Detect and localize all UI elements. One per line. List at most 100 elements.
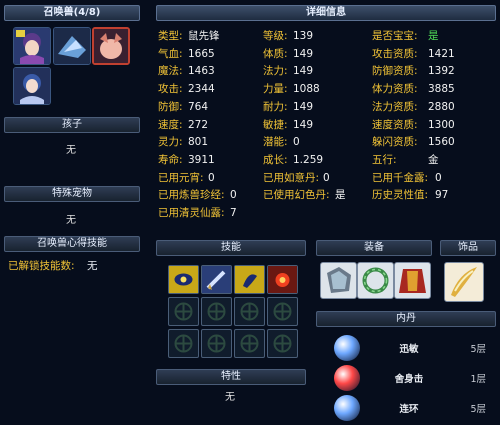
stat-label: 攻击:	[158, 83, 183, 96]
skill-slot-3[interactable]	[267, 265, 298, 294]
stat-value: 7	[230, 207, 237, 219]
feather-ornament-icon	[451, 267, 477, 297]
stat-extra-3: 已用炼兽珍经: 0	[158, 187, 237, 204]
stat-value: 2344	[188, 83, 215, 96]
stat-col3-7: 五行: 金	[372, 152, 439, 169]
accessory-slot[interactable]	[444, 262, 484, 302]
stat-value: 1.259	[293, 153, 324, 166]
empty-skill-slot[interactable]	[201, 297, 232, 326]
stat-col2-3: 力量: 1088	[263, 81, 320, 98]
stat-label: 已用千金露:	[372, 171, 429, 184]
neidan-row[interactable]: 舍身击 1层	[334, 365, 494, 391]
pet-portrait-icon	[14, 68, 50, 104]
skill-slot-0[interactable]	[168, 265, 199, 294]
stat-col3-5: 速度资质: 1300	[372, 117, 455, 134]
empty-slot-pattern-icon	[240, 302, 259, 321]
stat-value: 3911	[188, 153, 215, 166]
neidan-level: 5层	[470, 344, 486, 355]
stat-label: 敏捷:	[263, 118, 288, 131]
skill-slot-2[interactable]	[234, 265, 265, 294]
stat-value: 149	[293, 118, 314, 131]
stat-col2-0: 等级: 139	[263, 28, 313, 45]
stat-value: 3885	[428, 83, 455, 96]
stat-value: 1421	[428, 47, 455, 60]
stat-value: 1300	[428, 118, 455, 131]
empty-slot-pattern-icon	[174, 302, 193, 321]
stat-col3-3: 体力资质: 3885	[372, 81, 455, 98]
traits-header: 特性	[156, 369, 306, 385]
stat-extra-1: 已用如意丹: 0	[263, 170, 330, 187]
stat-label: 灵力:	[158, 136, 183, 149]
stat-label: 已用如意丹:	[263, 171, 320, 184]
stat-col1-1: 气血: 1665	[158, 46, 215, 63]
stat-label: 潜能:	[263, 136, 288, 149]
stat-label: 五行:	[372, 153, 397, 166]
stat-label: 耐力:	[263, 100, 288, 113]
ring-collar-icon	[362, 267, 389, 294]
stat-col1-6: 灵力: 801	[158, 134, 208, 151]
stat-value: 1463	[188, 65, 215, 78]
equip-slot-3[interactable]	[394, 262, 431, 299]
armor-piece-icon	[327, 267, 351, 293]
stat-col1-3: 攻击: 2344	[158, 81, 215, 98]
pet-portrait-icon	[54, 28, 90, 64]
equip-slot-2[interactable]	[357, 262, 394, 299]
stat-label: 法力资质:	[372, 100, 418, 113]
stat-label: 已用元宵:	[158, 171, 204, 184]
stat-col1-4: 防御: 764	[158, 99, 208, 116]
pet-slot-3-selected[interactable]	[92, 27, 130, 65]
equipment-header: 装备	[316, 240, 432, 256]
stat-label: 寿命:	[158, 153, 183, 166]
stat-value: 139	[293, 30, 314, 42]
stat-col3-6: 躲闪资质: 1560	[372, 134, 455, 151]
stat-col3-2: 防御资质: 1392	[372, 63, 455, 80]
stat-label: 防御:	[158, 100, 183, 113]
neidan-orb-icon	[334, 395, 360, 421]
unlocked-skills-label: 已解锁技能数:	[8, 260, 75, 272]
child-value: 无	[66, 145, 76, 156]
stat-value: 1665	[188, 47, 215, 60]
equip-slot-1[interactable]	[320, 262, 357, 299]
pet-slot-1[interactable]	[13, 27, 51, 65]
stat-value: 149	[293, 65, 314, 78]
empty-skill-slot[interactable]	[267, 329, 298, 358]
stat-label: 魔法:	[158, 65, 183, 78]
skill-slot-1[interactable]	[201, 265, 232, 294]
empty-skill-slot[interactable]	[201, 329, 232, 358]
neidan-name: 舍身击	[394, 374, 424, 385]
empty-skill-slot[interactable]	[168, 329, 199, 358]
empty-skill-slot[interactable]	[168, 297, 199, 326]
stat-col2-1: 体质: 149	[263, 46, 313, 63]
stat-col2-5: 敏捷: 149	[263, 117, 313, 134]
stat-label: 体力资质:	[372, 83, 418, 96]
stat-label: 攻击资质:	[372, 47, 418, 60]
stat-value: 金	[428, 153, 439, 166]
stat-value: 是	[428, 30, 439, 42]
neidan-row[interactable]: 连环 5层	[334, 395, 494, 421]
stat-col2-7: 成长: 1.259	[263, 152, 323, 169]
stat-extra-6: 已用清灵仙露: 7	[158, 205, 237, 222]
child-header: 孩子	[4, 117, 140, 133]
pet-slot-4[interactable]	[13, 67, 51, 105]
pet-slot-2[interactable]	[53, 27, 91, 65]
stat-label: 已用清灵仙露:	[158, 207, 225, 219]
stat-col3-4: 法力资质: 2880	[372, 99, 455, 116]
stat-value: 149	[293, 47, 314, 60]
empty-skill-slot[interactable]	[267, 297, 298, 326]
stat-value: 0	[293, 136, 300, 149]
pet-portrait-icon	[14, 28, 50, 64]
stat-label: 速度资质:	[372, 118, 418, 131]
neidan-level: 1层	[470, 374, 486, 385]
detail-info-header: 详细信息	[156, 5, 496, 21]
stat-label: 体质:	[263, 47, 288, 60]
empty-slot-pattern-icon	[174, 334, 193, 353]
stat-value: 764	[188, 100, 209, 113]
eye-skill-icon	[169, 266, 198, 293]
empty-skill-slot[interactable]	[234, 329, 265, 358]
stat-value: 0	[323, 171, 330, 184]
stat-label: 已使用幻色丹:	[263, 189, 330, 202]
stat-label: 历史灵性值:	[372, 189, 429, 202]
neidan-row[interactable]: 迅敏 5层	[334, 335, 494, 361]
empty-skill-slot[interactable]	[234, 297, 265, 326]
empty-slot-pattern-icon	[273, 302, 292, 321]
